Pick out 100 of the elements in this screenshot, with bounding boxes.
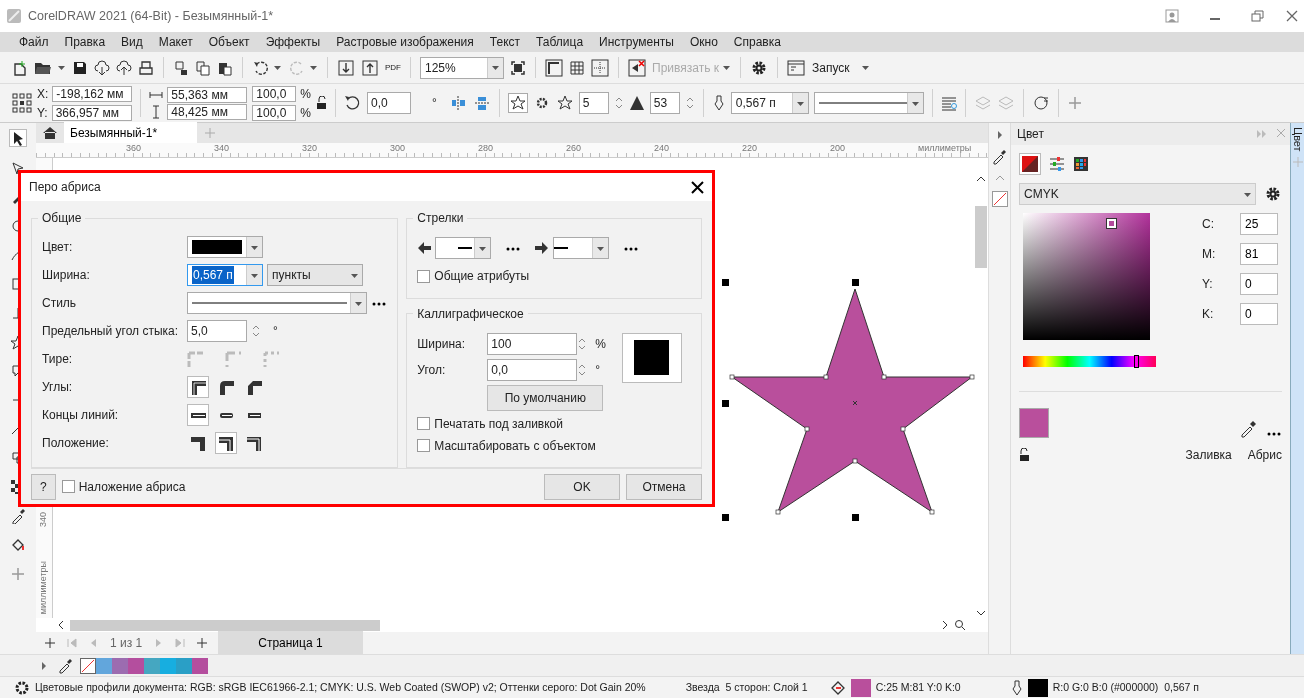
dialog-button[interactable]: OK [544, 473, 620, 500]
collapse-up-icon[interactable] [993, 173, 1006, 183]
menu-item[interactable]: Эффекты [258, 33, 330, 51]
scale-y-field[interactable]: 100,0 [252, 104, 297, 121]
eyedropper-icon[interactable] [58, 657, 74, 674]
pen-nib-icon[interactable] [1010, 679, 1023, 696]
hue-slider-thumb[interactable] [1134, 355, 1140, 368]
selection-handle[interactable] [722, 514, 729, 521]
spinner-icon[interactable] [684, 95, 695, 111]
menu-item[interactable]: Макет [151, 33, 202, 51]
no-color-swatch-icon[interactable] [80, 657, 96, 674]
star-shape[interactable] [729, 288, 975, 515]
help-button[interactable]: ? [31, 473, 56, 500]
docker-tab[interactable]: Цвет [1289, 127, 1304, 152]
mirror-vertical-icon[interactable] [472, 94, 491, 112]
caret-icon[interactable] [795, 99, 805, 107]
import-icon[interactable] [337, 58, 355, 77]
spinner-icon[interactable] [251, 323, 261, 339]
full-screen-icon[interactable] [510, 59, 526, 76]
default-button[interactable]: По умолчанию [487, 384, 604, 411]
units-dropdown[interactable]: пункты [267, 264, 363, 286]
home-icon[interactable] [42, 125, 58, 141]
export-icon[interactable] [361, 58, 379, 77]
color-swatch[interactable] [112, 657, 128, 674]
fill-bucket-icon[interactable] [10, 537, 26, 553]
cloud-upload-icon[interactable] [116, 59, 132, 76]
menu-item[interactable]: Таблица [529, 33, 593, 51]
caret-icon[interactable] [860, 64, 870, 71]
caret-icon[interactable] [57, 64, 66, 71]
miter-limit-field[interactable]: 5,0 [187, 320, 247, 342]
menu-item[interactable]: Вид [114, 33, 152, 51]
add-page-icon[interactable] [196, 637, 209, 649]
no-color-icon[interactable] [991, 191, 1008, 207]
settings-icon[interactable] [1264, 185, 1282, 203]
line-cap-option[interactable] [187, 404, 209, 426]
caret-icon[interactable] [1242, 190, 1252, 198]
rotation-field[interactable]: 0,0 [367, 92, 411, 114]
points-field[interactable]: 5 [578, 92, 609, 114]
option-checkbox[interactable]: Масштабировать с объектом [417, 436, 691, 455]
caret-icon[interactable] [250, 271, 259, 279]
color-sliders-icon[interactable] [1049, 156, 1065, 172]
selection-handle[interactable] [852, 514, 859, 521]
scroll-down-icon[interactable] [975, 608, 987, 618]
unlock-icon[interactable] [1019, 448, 1030, 462]
eyedropper-icon[interactable] [10, 508, 26, 524]
shape-tool-icon[interactable] [10, 160, 26, 176]
color-picker-area[interactable] [1023, 213, 1150, 340]
nib-angle-field[interactable]: 0,0 [487, 358, 578, 381]
color-dropdown[interactable] [187, 236, 263, 258]
zoom-dropdown[interactable]: 125% [420, 56, 504, 79]
scrollbar-thumb[interactable] [70, 619, 380, 631]
caret-icon[interactable] [309, 64, 318, 71]
caret-icon[interactable] [596, 244, 606, 252]
color-palette-icon[interactable] [1073, 156, 1089, 172]
hue-slider[interactable] [1023, 356, 1156, 367]
close-icon[interactable] [691, 180, 704, 194]
option-checkbox[interactable]: Печатать под заливкой [417, 414, 691, 433]
scroll-up-icon[interactable] [975, 174, 987, 184]
channel-value-field[interactable]: 0 [1240, 273, 1278, 295]
outline-width-dropdown[interactable]: 0,567 п [730, 92, 809, 114]
grid-icon[interactable] [569, 59, 585, 76]
save-icon[interactable] [72, 59, 88, 76]
width-dropdown[interactable]: 0,567 п [187, 264, 263, 286]
channel-value-field[interactable]: 81 [1240, 243, 1278, 265]
outline-overlay-checkbox[interactable]: Наложение абриса [61, 477, 186, 496]
account-icon[interactable] [1164, 8, 1180, 24]
object-height-field[interactable]: 48,425 мм [167, 103, 248, 120]
selection-handle[interactable] [722, 279, 729, 286]
fill-button[interactable]: Заливка [1185, 446, 1232, 464]
star-outline-icon[interactable] [555, 94, 574, 112]
reference-point-icon[interactable] [12, 93, 32, 113]
restore-icon[interactable] [1250, 9, 1264, 23]
color-swatch[interactable] [176, 657, 192, 674]
y-position-field[interactable]: 366,957 мм [51, 104, 132, 121]
outline-position-option[interactable] [215, 432, 237, 454]
menu-item[interactable]: Окно [682, 33, 727, 51]
print-icon[interactable] [138, 59, 154, 76]
scale-x-field[interactable]: 100,0 [252, 85, 297, 102]
color-swatch[interactable] [192, 657, 208, 674]
menu-item[interactable]: Справка [726, 33, 790, 51]
nib-width-field[interactable]: 100 [487, 332, 578, 355]
lock-icon[interactable] [316, 96, 327, 110]
color-marker[interactable] [1107, 219, 1116, 228]
channel-value-field[interactable]: 25 [1240, 213, 1278, 235]
launch-button[interactable]: Запуск [787, 58, 870, 77]
eyedropper-icon[interactable] [1240, 420, 1258, 438]
export-pdf-button[interactable]: PDF [385, 63, 401, 72]
scroll-right-icon[interactable] [940, 619, 950, 631]
caret-icon[interactable] [722, 64, 731, 71]
menu-item[interactable]: Растровые изображения [329, 33, 483, 51]
selection-handle[interactable] [852, 279, 859, 286]
document-tab[interactable]: Безымянный-1* [64, 122, 198, 144]
end-arrow-dropdown[interactable] [553, 237, 610, 259]
caret-icon[interactable] [349, 271, 359, 279]
text-wrap-icon[interactable] [940, 95, 957, 111]
menu-item[interactable]: Правка [57, 33, 115, 51]
page-tab[interactable]: Страница 1 [218, 631, 363, 655]
mirror-horizontal-icon[interactable] [449, 94, 468, 112]
scroll-left-icon[interactable] [56, 619, 66, 631]
sharpness-field[interactable]: 53 [649, 92, 680, 114]
